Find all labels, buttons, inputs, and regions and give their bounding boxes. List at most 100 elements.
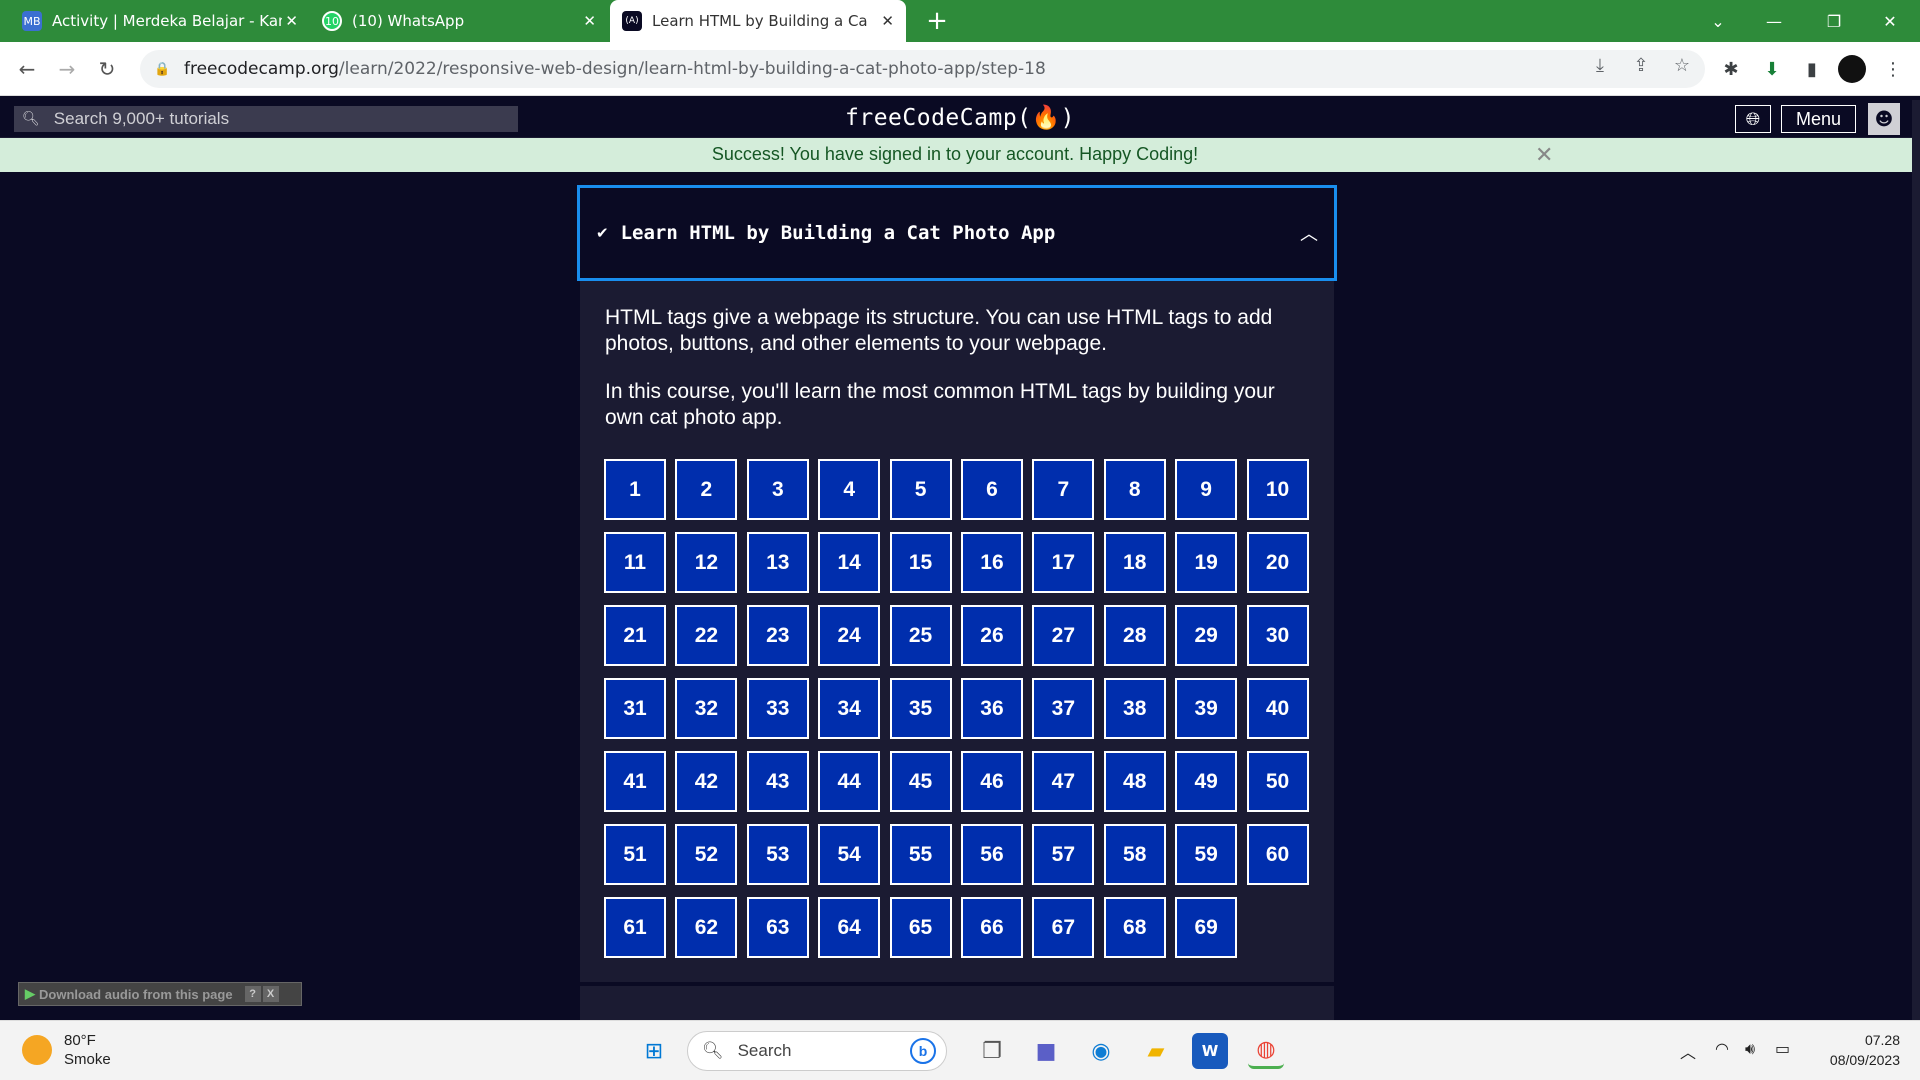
- word-icon[interactable]: W: [1192, 1033, 1228, 1069]
- weather-widget[interactable]: 80°F Smoke: [22, 1031, 111, 1069]
- download-audio-label[interactable]: Download audio from this page: [39, 987, 233, 1002]
- step-button-29[interactable]: 29: [1175, 605, 1238, 666]
- download-icon[interactable]: ⬇: [1757, 54, 1787, 84]
- step-button-25[interactable]: 25: [889, 605, 952, 666]
- flash-close-icon[interactable]: ✕: [1535, 142, 1553, 168]
- step-button-67[interactable]: 67: [1032, 897, 1095, 958]
- step-button-11[interactable]: 11: [604, 532, 666, 593]
- file-explorer-icon[interactable]: ▰: [1138, 1033, 1174, 1069]
- share-icon[interactable]: ⇪: [1626, 50, 1656, 80]
- step-button-32[interactable]: 32: [675, 678, 738, 739]
- step-button-48[interactable]: 48: [1103, 751, 1166, 812]
- taskbar-search[interactable]: 🔍︎ Search b: [687, 1031, 947, 1071]
- step-button-28[interactable]: 28: [1103, 605, 1166, 666]
- lock-icon[interactable]: 🔒: [154, 62, 170, 77]
- step-button-59[interactable]: 59: [1175, 824, 1238, 885]
- step-button-21[interactable]: 21: [604, 605, 666, 666]
- tab-search-chevron-down-icon[interactable]: ⌄: [1690, 0, 1746, 42]
- close-icon[interactable]: ✕: [583, 12, 596, 30]
- menu-button[interactable]: Menu: [1781, 105, 1856, 133]
- step-button-13[interactable]: 13: [746, 532, 809, 593]
- step-button-1[interactable]: 1: [604, 459, 666, 520]
- step-button-68[interactable]: 68: [1103, 897, 1166, 958]
- edge-icon[interactable]: ◉: [1083, 1033, 1119, 1069]
- step-button-16[interactable]: 16: [960, 532, 1023, 593]
- step-button-37[interactable]: 37: [1032, 678, 1095, 739]
- step-button-57[interactable]: 57: [1032, 824, 1095, 885]
- step-button-62[interactable]: 62: [675, 897, 738, 958]
- step-button-5[interactable]: 5: [889, 459, 952, 520]
- close-icon[interactable]: ✕: [285, 12, 298, 30]
- step-button-27[interactable]: 27: [1032, 605, 1095, 666]
- step-button-10[interactable]: 10: [1246, 459, 1309, 520]
- step-button-51[interactable]: 51: [604, 824, 666, 885]
- bookmark-star-icon[interactable]: ☆: [1667, 50, 1697, 80]
- step-button-3[interactable]: 3: [746, 459, 809, 520]
- side-panel-icon[interactable]: ▮: [1797, 54, 1827, 84]
- close-icon[interactable]: X: [262, 986, 279, 1002]
- windows-start-icon[interactable]: ⊞: [636, 1033, 672, 1069]
- task-view-icon[interactable]: ❐: [974, 1033, 1010, 1069]
- step-button-18[interactable]: 18: [1103, 532, 1166, 593]
- step-button-46[interactable]: 46: [960, 751, 1023, 812]
- window-close-icon[interactable]: ✕: [1862, 0, 1918, 42]
- step-button-20[interactable]: 20: [1246, 532, 1309, 593]
- step-button-54[interactable]: 54: [818, 824, 881, 885]
- help-icon[interactable]: ?: [244, 986, 261, 1002]
- step-button-60[interactable]: 60: [1246, 824, 1309, 885]
- step-button-24[interactable]: 24: [818, 605, 881, 666]
- more-options-icon[interactable]: ⋮: [1878, 54, 1908, 84]
- step-button-41[interactable]: 41: [604, 751, 666, 812]
- step-button-50[interactable]: 50: [1246, 751, 1309, 812]
- minimize-icon[interactable]: —: [1746, 0, 1802, 42]
- step-button-53[interactable]: 53: [746, 824, 809, 885]
- step-button-52[interactable]: 52: [675, 824, 738, 885]
- extensions-puzzle-icon[interactable]: ✱: [1716, 54, 1746, 84]
- system-clock[interactable]: 07.28 08/09/2023: [1800, 1030, 1900, 1070]
- step-button-34[interactable]: 34: [818, 678, 881, 739]
- step-button-61[interactable]: 61: [604, 897, 666, 958]
- step-button-65[interactable]: 65: [889, 897, 952, 958]
- install-app-icon[interactable]: ⤓: [1585, 50, 1615, 80]
- profile-avatar[interactable]: [1838, 55, 1866, 83]
- step-button-42[interactable]: 42: [675, 751, 738, 812]
- new-tab-plus-icon[interactable]: +: [922, 6, 952, 36]
- volume-icon[interactable]: 🔊︎: [1745, 1039, 1755, 1059]
- step-button-22[interactable]: 22: [675, 605, 738, 666]
- tab-merdeka-belajar[interactable]: MB Activity | Merdeka Belajar - Kamp ✕: [10, 0, 310, 42]
- step-button-45[interactable]: 45: [889, 751, 952, 812]
- step-button-36[interactable]: 36: [960, 678, 1023, 739]
- restore-icon[interactable]: ❐: [1806, 0, 1862, 42]
- step-button-33[interactable]: 33: [746, 678, 809, 739]
- tab-whatsapp[interactable]: 10 (10) WhatsApp ✕: [310, 0, 608, 42]
- step-button-40[interactable]: 40: [1246, 678, 1309, 739]
- step-button-17[interactable]: 17: [1032, 532, 1095, 593]
- reload-icon[interactable]: ↻: [92, 54, 122, 84]
- step-button-12[interactable]: 12: [675, 532, 738, 593]
- show-hidden-icons-chevron-up-icon[interactable]: ︿: [1680, 1039, 1696, 1063]
- step-button-23[interactable]: 23: [746, 605, 809, 666]
- step-button-44[interactable]: 44: [818, 751, 881, 812]
- teams-chat-icon[interactable]: ■: [1028, 1033, 1064, 1069]
- step-button-19[interactable]: 19: [1175, 532, 1238, 593]
- step-button-39[interactable]: 39: [1175, 678, 1238, 739]
- step-button-69[interactable]: 69: [1175, 897, 1238, 958]
- search-input[interactable]: [53, 109, 514, 129]
- bing-icon[interactable]: b: [910, 1038, 936, 1064]
- step-button-35[interactable]: 35: [889, 678, 952, 739]
- download-audio-widget[interactable]: ▶ Download audio from this page ? X: [18, 982, 302, 1006]
- step-button-31[interactable]: 31: [604, 678, 666, 739]
- back-arrow-icon[interactable]: ←: [12, 54, 42, 84]
- address-bar[interactable]: 🔒 freecodecamp.org/learn/2022/responsive…: [140, 50, 1705, 88]
- chrome-icon[interactable]: ◍: [1248, 1033, 1284, 1069]
- step-button-2[interactable]: 2: [675, 459, 738, 520]
- step-button-15[interactable]: 15: [889, 532, 952, 593]
- tutorial-search[interactable]: 🔍︎: [14, 106, 518, 132]
- step-button-47[interactable]: 47: [1032, 751, 1095, 812]
- step-button-6[interactable]: 6: [960, 459, 1023, 520]
- step-button-26[interactable]: 26: [960, 605, 1023, 666]
- step-button-49[interactable]: 49: [1175, 751, 1238, 812]
- step-button-63[interactable]: 63: [746, 897, 809, 958]
- step-button-55[interactable]: 55: [889, 824, 952, 885]
- forward-arrow-icon[interactable]: →: [52, 54, 82, 84]
